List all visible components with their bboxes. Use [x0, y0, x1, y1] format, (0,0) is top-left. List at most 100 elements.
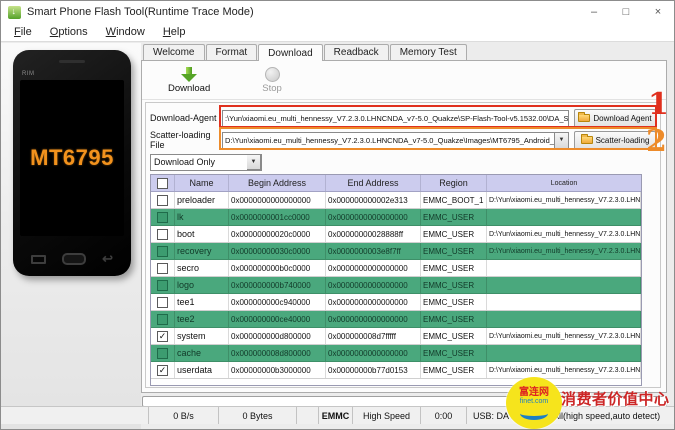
header-region[interactable]: Region: [421, 175, 487, 191]
cell-region: EMMC_USER: [421, 260, 487, 276]
download-agent-browse-button[interactable]: Download Agent: [574, 108, 656, 128]
content-area: RIM MT6795 ↩ Welcome Format Download Readba…: [1, 43, 674, 429]
status-usb-mode: USB: DA Download All(high speed,auto det…: [473, 410, 661, 421]
cell-region: EMMC_USER: [421, 226, 487, 242]
header-end[interactable]: End Address: [326, 175, 421, 191]
cell-begin-address: 0x000000000d800000: [229, 328, 326, 344]
row-checkbox[interactable]: [151, 345, 175, 361]
table-row[interactable]: boot 0x00000000020c0000 0x00000000028888ff…: [151, 226, 641, 243]
table-row[interactable]: ✓ userdata 0x00000000b3000000 0x00000000b77…: [151, 362, 641, 379]
cell-name: boot: [175, 226, 229, 242]
download-arrow-icon: [181, 66, 198, 82]
header-name[interactable]: Name: [175, 175, 229, 191]
cell-name: secro: [175, 260, 229, 276]
cell-end-address: 0x000000008d7fffff: [326, 328, 421, 344]
row-checkbox[interactable]: [151, 294, 175, 310]
phone-screen: MT6795: [20, 80, 124, 236]
download-mode-value: Download Only: [154, 157, 216, 167]
scatter-file-combobox[interactable]: D:\Yun\xiaomi.eu_multi_hennessy_V7.2.3.0…: [222, 131, 555, 149]
tab-readback[interactable]: Readback: [323, 44, 389, 60]
partition-table: Name Begin Address End Address Region Lo…: [150, 174, 642, 386]
cell-name: tee2: [175, 311, 229, 327]
tab-download[interactable]: Download: [258, 44, 323, 61]
row-checkbox[interactable]: [151, 226, 175, 242]
table-row[interactable]: secro 0x000000000b0c0000 0x000000000000000…: [151, 260, 641, 277]
header-location[interactable]: Location: [487, 175, 641, 191]
status-spacer: [297, 407, 319, 424]
phone-model-label: MT6795: [30, 145, 114, 170]
cell-end-address: 0x0000000003e8f7ff: [326, 243, 421, 259]
menu-item-help[interactable]: Help: [154, 25, 195, 39]
cell-end-address: 0x0000000000000000: [326, 260, 421, 276]
download-agent-input[interactable]: :\Yun\xiaomi.eu_multi_hennessy_V7.2.3.0.…: [222, 109, 569, 127]
cell-region: EMMC_USER: [421, 277, 487, 293]
row-checkbox[interactable]: [151, 311, 175, 327]
tab-memory-test[interactable]: Memory Test: [389, 44, 467, 60]
cell-begin-address: 0x00000000b3000000: [229, 362, 326, 378]
scatter-file-row: Scatter-loading File D:\Yun\xiaomi.eu_mu…: [150, 129, 656, 151]
cell-region: EMMC_USER: [421, 345, 487, 361]
mode-row: Download Only ▼: [150, 152, 656, 172]
cell-location: [487, 294, 641, 310]
cell-begin-address: 0x00000000020c0000: [229, 226, 326, 242]
menu-item-options[interactable]: Options: [41, 25, 97, 39]
status-usb-speed: High Speed: [353, 407, 421, 424]
table-row[interactable]: recovery 0x00000000030c0000 0x0000000003e8…: [151, 243, 641, 260]
menu-item-window[interactable]: Window: [97, 25, 154, 39]
table-row[interactable]: logo 0x000000000b740000 0x0000000000000000…: [151, 277, 641, 294]
row-checkbox[interactable]: ✓: [151, 328, 175, 344]
cell-location: D:\Yun\xiaomi.eu_multi_hennessy_V7.2.3.0…: [487, 243, 641, 259]
stop-button[interactable]: Stop: [262, 66, 282, 94]
table-row[interactable]: ✓ system 0x000000000d800000 0x000000008d7ff…: [151, 328, 641, 345]
stop-button-label: Stop: [262, 82, 282, 94]
table-row[interactable]: preloader 0x0000000000000000 0x00000000000…: [151, 192, 641, 209]
row-checkbox[interactable]: [151, 243, 175, 259]
tab-format[interactable]: Format: [205, 44, 258, 60]
status-bytes: 0 Bytes: [219, 407, 297, 424]
chevron-down-icon[interactable]: ▼: [555, 131, 569, 149]
close-button[interactable]: ×: [642, 1, 674, 23]
maximize-button[interactable]: □: [610, 1, 642, 23]
checkbox-icon: ✓: [157, 330, 168, 342]
row-checkbox[interactable]: [151, 209, 175, 225]
table-header-row: Name Begin Address End Address Region Lo…: [151, 175, 641, 192]
download-button-label: Download: [168, 82, 211, 94]
phone-image: RIM MT6795 ↩: [13, 50, 131, 276]
cell-region: EMMC_BOOT_1: [421, 192, 487, 208]
folder-icon: [580, 134, 593, 144]
download-button[interactable]: Download: [168, 66, 211, 94]
cell-begin-address: 0x0000000000000000: [229, 192, 326, 208]
row-checkbox[interactable]: [151, 192, 175, 208]
status-bar: 0 B/s 0 Bytes EMMC High Speed 0:00 USB: …: [1, 406, 674, 424]
minimize-button[interactable]: –: [578, 1, 610, 23]
table-row[interactable]: lk 0x0000000001cc0000 0x0000000000000000 EM…: [151, 209, 641, 226]
table-row[interactable]: tee2 0x000000000ce40000 0x0000000000000000…: [151, 311, 641, 328]
tab-welcome[interactable]: Welcome: [143, 44, 205, 60]
status-storage: EMMC: [319, 407, 353, 424]
table-row[interactable]: cache 0x000000008d800000 0x000000000000000…: [151, 345, 641, 362]
select-all-checkbox[interactable]: [151, 175, 175, 191]
cell-location: [487, 345, 641, 361]
cell-name: cache: [175, 345, 229, 361]
row-checkbox[interactable]: [151, 260, 175, 276]
stop-circle-icon: [264, 66, 280, 82]
scatter-browse-button[interactable]: Scatter-loading: [574, 130, 656, 150]
cell-end-address: 0x0000000000000000: [326, 311, 421, 327]
cell-name: logo: [175, 277, 229, 293]
cell-location: [487, 260, 641, 276]
row-checkbox[interactable]: [151, 277, 175, 293]
cell-begin-address: 0x000000000c940000: [229, 294, 326, 310]
cell-name: tee1: [175, 294, 229, 310]
row-checkbox[interactable]: ✓: [151, 362, 175, 378]
cell-end-address: 0x0000000000000000: [326, 209, 421, 225]
table-row[interactable]: tee1 0x000000000c940000 0x0000000000000000…: [151, 294, 641, 311]
menu-item-file[interactable]: File: [5, 25, 41, 39]
header-begin[interactable]: Begin Address: [229, 175, 326, 191]
download-mode-select[interactable]: Download Only ▼: [150, 153, 262, 171]
checkbox-icon: [157, 279, 168, 291]
cell-end-address: 0x00000000b77d0153: [326, 362, 421, 378]
cell-end-address: 0x0000000000000000: [326, 294, 421, 310]
phone-menu-icon: [31, 254, 46, 264]
checkbox-icon: [157, 228, 168, 240]
cell-location: [487, 311, 641, 327]
